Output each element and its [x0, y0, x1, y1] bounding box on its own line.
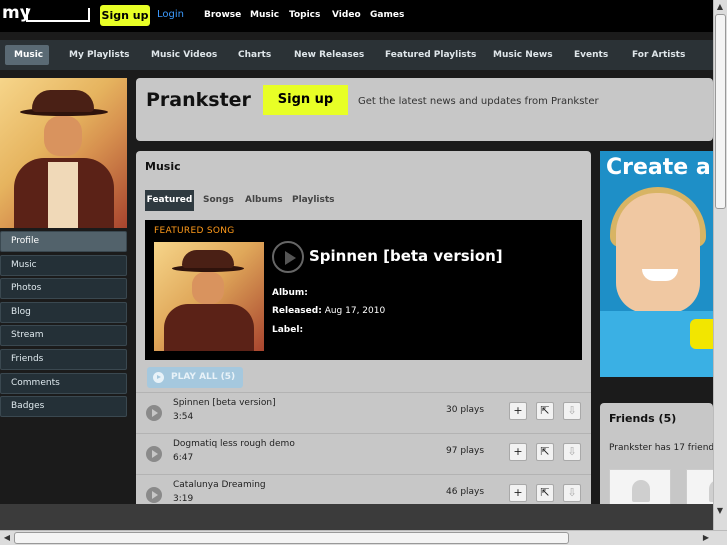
- scroll-left-arrow-icon[interactable]: ◀: [1, 532, 13, 544]
- nav-music-news[interactable]: Music News: [493, 40, 553, 70]
- nav-music[interactable]: Music: [14, 40, 43, 70]
- top-signup-button[interactable]: Sign up: [100, 5, 150, 26]
- side-item-blog[interactable]: Blog: [0, 301, 127, 323]
- released-label: Released:: [272, 306, 322, 316]
- side-item-stream[interactable]: Stream: [0, 325, 127, 347]
- scroll-down-arrow-icon[interactable]: ▼: [714, 505, 726, 517]
- music-section-title: Music: [145, 160, 181, 173]
- top-login-link[interactable]: Login: [157, 9, 184, 20]
- song-play-count: 97 plays: [446, 446, 485, 456]
- featured-label: Label:: [272, 325, 303, 335]
- featured-song-artwork[interactable]: [154, 242, 264, 351]
- song-row[interactable]: Dogmatiq less rough demo 6:47 97 plays +…: [136, 433, 591, 474]
- ad-model-face: [616, 193, 700, 313]
- scroll-right-arrow-icon[interactable]: ▶: [700, 532, 712, 544]
- song-play-icon[interactable]: [146, 487, 162, 503]
- topnav-topics[interactable]: Topics: [289, 10, 320, 20]
- share-icon[interactable]: ⇱: [536, 402, 554, 420]
- vertical-scroll-thumb[interactable]: [715, 14, 726, 209]
- horizontal-scrollbar[interactable]: ◀ ▶: [0, 530, 727, 545]
- download-icon[interactable]: ⇩: [563, 402, 581, 420]
- artwork-figure: [164, 304, 254, 351]
- friends-title[interactable]: Friends (5): [609, 412, 676, 425]
- share-icon[interactable]: ⇱: [536, 484, 554, 502]
- artwork-face: [192, 272, 224, 304]
- nav-new-releases[interactable]: New Releases: [294, 40, 364, 70]
- bottom-toolbar: [0, 504, 713, 530]
- side-item-profile[interactable]: Profile: [0, 231, 127, 252]
- nav-charts[interactable]: Charts: [238, 40, 271, 70]
- song-play-count: 46 plays: [446, 487, 485, 497]
- song-duration: 3:19: [173, 494, 194, 504]
- horizontal-scroll-thumb[interactable]: [14, 532, 569, 544]
- ad-yellow-button-icon: [690, 319, 713, 349]
- play-all-icon: [153, 372, 164, 383]
- side-item-friends[interactable]: Friends: [0, 348, 127, 370]
- avatar-face: [44, 116, 82, 156]
- add-icon[interactable]: +: [509, 443, 527, 461]
- song-title[interactable]: Dogmatiq less rough demo: [173, 439, 295, 449]
- nav-events[interactable]: Events: [574, 40, 608, 70]
- nav-my-playlists[interactable]: My Playlists: [69, 40, 130, 70]
- featured-play-icon[interactable]: [272, 241, 304, 273]
- logo-underline-icon: [26, 8, 90, 22]
- add-icon[interactable]: +: [509, 402, 527, 420]
- record-label-label: Label:: [272, 325, 304, 335]
- album-label: Album:: [272, 288, 308, 298]
- advertisement-banner[interactable]: Create a: [600, 151, 713, 377]
- artwork-hat: [182, 250, 234, 268]
- avatar-shirt: [48, 162, 78, 228]
- topnav-video[interactable]: Video: [332, 10, 361, 20]
- nav-music-videos[interactable]: Music Videos: [151, 40, 217, 70]
- side-item-music[interactable]: Music: [0, 254, 127, 276]
- play-all-button[interactable]: PLAY ALL (5): [147, 367, 243, 388]
- side-item-photos[interactable]: Photos: [0, 278, 127, 300]
- song-duration: 6:47: [173, 453, 194, 463]
- song-title[interactable]: Spinnen [beta version]: [173, 398, 276, 408]
- featured-song-title[interactable]: Spinnen [beta version]: [309, 247, 503, 265]
- friends-count-text: Prankster has 17 friends: [609, 443, 713, 453]
- song-play-icon[interactable]: [146, 446, 162, 462]
- header-signup-button[interactable]: Sign up: [263, 85, 348, 115]
- topnav-music[interactable]: Music: [250, 10, 279, 20]
- tab-featured[interactable]: Featured: [145, 190, 194, 211]
- friends-panel: Friends (5) Prankster has 17 friends: [600, 403, 713, 511]
- ad-headline: Create a: [606, 155, 711, 180]
- scroll-up-arrow-icon[interactable]: ▲: [714, 1, 726, 13]
- topnav-games[interactable]: Games: [370, 10, 404, 20]
- featured-released: Released: Aug 17, 2010: [272, 306, 385, 316]
- download-icon[interactable]: ⇩: [563, 443, 581, 461]
- song-play-icon[interactable]: [146, 405, 162, 421]
- song-play-count: 30 plays: [446, 405, 485, 415]
- artist-avatar[interactable]: [0, 78, 127, 228]
- song-duration: 3:54: [173, 412, 194, 422]
- nav-for-artists[interactable]: For Artists: [632, 40, 685, 70]
- topnav-browse[interactable]: Browse: [204, 10, 241, 20]
- tab-songs[interactable]: Songs: [203, 190, 234, 211]
- released-value: Aug 17, 2010: [324, 306, 386, 316]
- featured-song-box: FEATURED SONG Spinnen [beta version] Alb…: [145, 220, 582, 360]
- music-panel: Music Featured Songs Albums Playlists FE…: [136, 151, 591, 511]
- side-item-comments[interactable]: Comments: [0, 372, 127, 394]
- profile-side-menu: Profile Music Photos Blog Stream Friends…: [0, 231, 127, 420]
- featured-album: Album:: [272, 288, 308, 298]
- song-title[interactable]: Catalunya Dreaming: [173, 480, 266, 490]
- header-tagline: Get the latest news and updates from Pra…: [358, 96, 599, 107]
- tab-playlists[interactable]: Playlists: [292, 190, 335, 211]
- artist-header: Prankster Sign up Get the latest news an…: [136, 78, 713, 141]
- tab-albums[interactable]: Albums: [245, 190, 283, 211]
- share-icon[interactable]: ⇱: [536, 443, 554, 461]
- vertical-scrollbar[interactable]: ▲ ▼: [713, 0, 727, 530]
- nav-featured-playlists[interactable]: Featured Playlists: [385, 40, 476, 70]
- play-all-label: PLAY ALL (5): [171, 372, 236, 382]
- add-icon[interactable]: +: [509, 484, 527, 502]
- featured-song-label: FEATURED SONG: [154, 226, 235, 236]
- download-icon[interactable]: ⇩: [563, 484, 581, 502]
- avatar-hat: [32, 90, 94, 112]
- song-row[interactable]: Spinnen [beta version] 3:54 30 plays + ⇱…: [136, 392, 591, 433]
- top-bar: my Sign up Login Browse Music Topics Vid…: [0, 0, 713, 32]
- artist-name: Prankster: [146, 89, 251, 111]
- music-nav-bar: Music My Playlists Music Videos Charts N…: [0, 40, 713, 70]
- side-item-badges[interactable]: Badges: [0, 396, 127, 418]
